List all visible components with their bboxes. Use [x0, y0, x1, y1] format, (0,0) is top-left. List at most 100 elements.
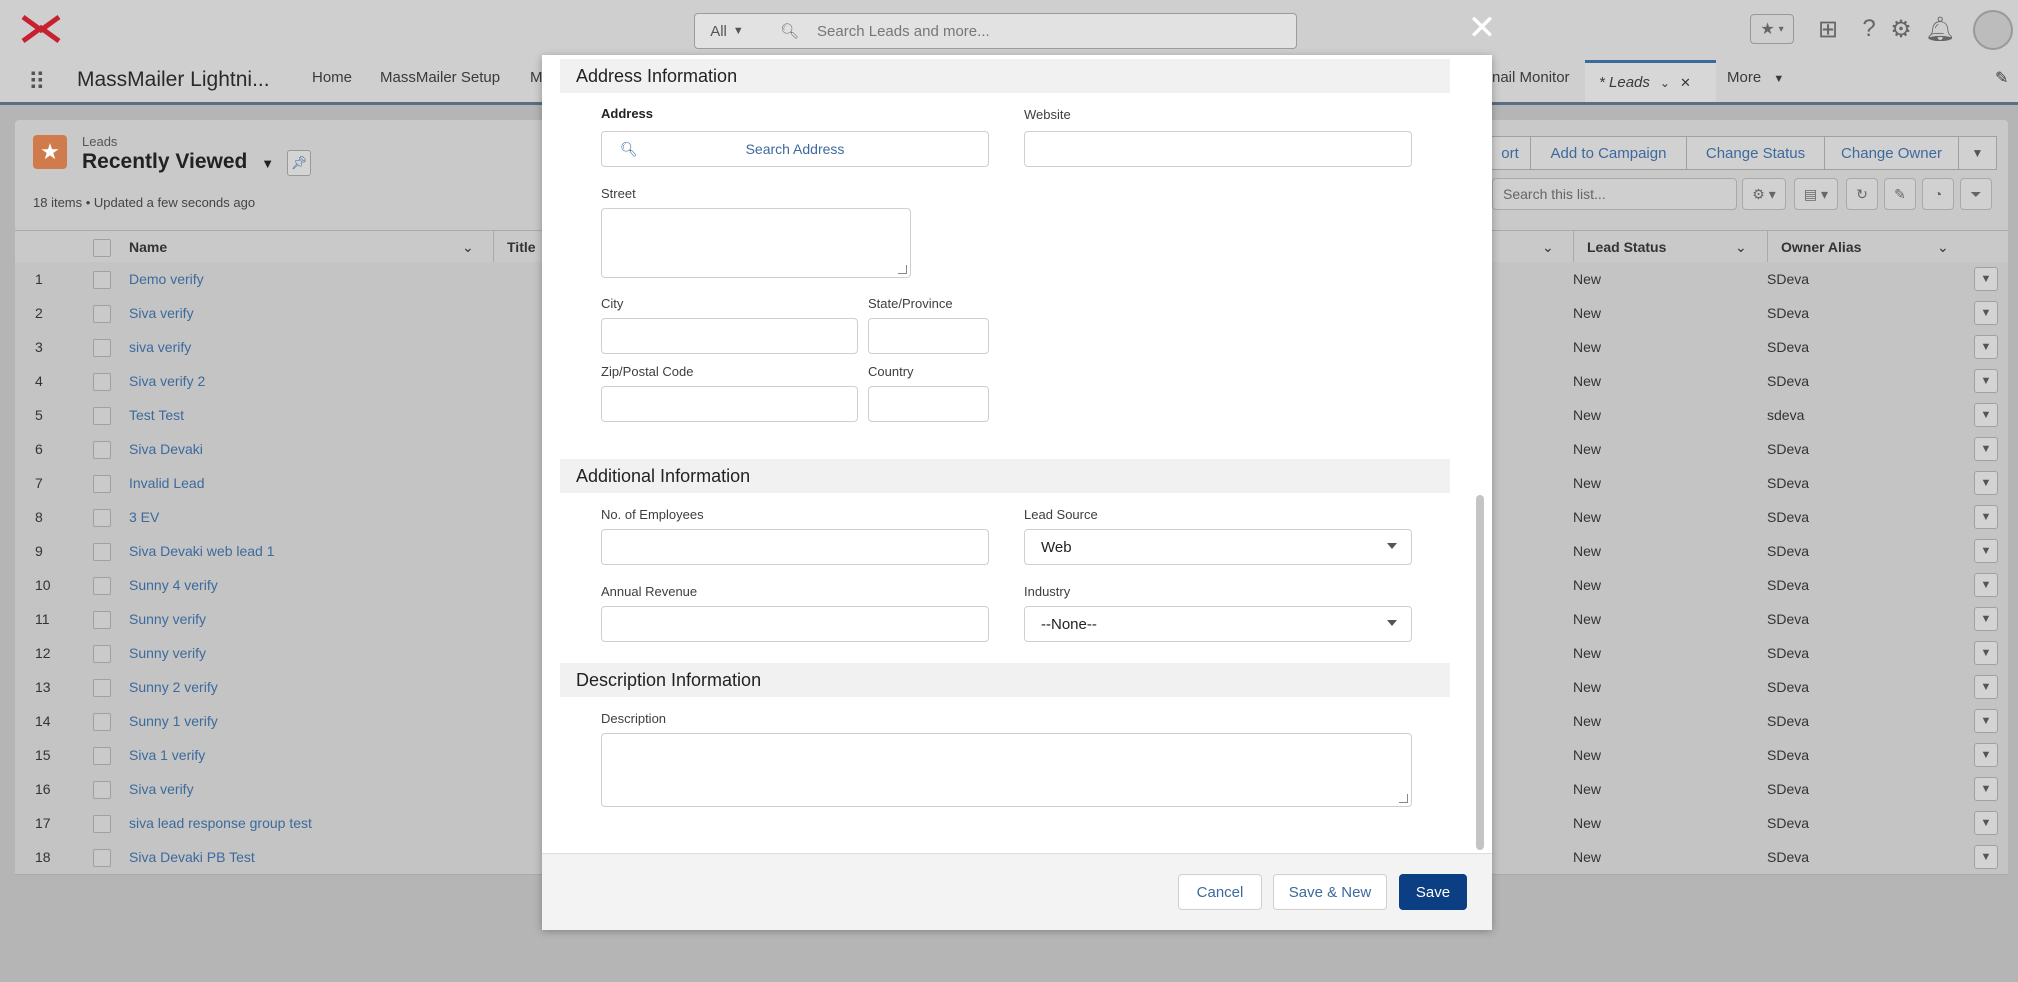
row-checkbox[interactable] [93, 441, 111, 459]
row-checkbox[interactable] [93, 543, 111, 561]
lead-name-link[interactable]: Invalid Lead [129, 475, 205, 491]
avatar[interactable] [1973, 10, 2013, 50]
change-status-button[interactable]: Change Status [1687, 136, 1825, 170]
row-actions-chevron-icon[interactable]: ▼ [1974, 811, 1998, 835]
row-actions-chevron-icon[interactable]: ▼ [1974, 301, 1998, 325]
list-search-input[interactable]: Search this list... [1492, 178, 1737, 210]
row-checkbox[interactable] [93, 475, 111, 493]
website-field[interactable] [1024, 131, 1412, 167]
row-actions-chevron-icon[interactable]: ▼ [1974, 335, 1998, 359]
nav-item-email-monitor[interactable]: nail Monitor [1492, 69, 1570, 86]
lead-name-link[interactable]: Siva verify [129, 781, 194, 797]
filter-icon[interactable]: ⏷ [1960, 178, 1992, 210]
row-checkbox[interactable] [93, 373, 111, 391]
row-checkbox[interactable] [93, 645, 111, 663]
more-actions-chevron-icon[interactable]: ▼ [1959, 136, 1997, 170]
row-actions-chevron-icon[interactable]: ▼ [1974, 743, 1998, 767]
close-icon[interactable]: ✕ [1680, 75, 1691, 91]
lead-name-link[interactable]: Sunny 1 verify [129, 713, 218, 729]
row-checkbox[interactable] [93, 713, 111, 731]
row-actions-chevron-icon[interactable]: ▼ [1974, 573, 1998, 597]
row-checkbox[interactable] [93, 339, 111, 357]
lead-name-link[interactable]: Sunny 2 verify [129, 679, 218, 695]
import-button[interactable]: ort [1490, 136, 1530, 170]
row-actions-chevron-icon[interactable]: ▼ [1974, 675, 1998, 699]
display-as-table-icon[interactable]: ▤ ▾ [1794, 178, 1838, 210]
lead-name-link[interactable]: Sunny verify [129, 611, 206, 627]
resize-handle[interactable] [1399, 794, 1408, 803]
state-field[interactable] [868, 318, 989, 354]
row-checkbox[interactable] [93, 577, 111, 595]
chevron-down-icon[interactable]: ⌄ [1735, 239, 1747, 256]
row-checkbox[interactable] [93, 611, 111, 629]
lead-name-link[interactable]: Siva Devaki [129, 441, 203, 457]
section-header-description[interactable]: Description Information [560, 663, 1450, 697]
bell-icon[interactable]: 🔔︎ [1925, 14, 1955, 44]
column-header-owner-alias[interactable]: Owner Alias [1767, 239, 1861, 255]
row-actions-chevron-icon[interactable]: ▼ [1974, 403, 1998, 427]
plus-icon[interactable]: ⊞ [1813, 14, 1843, 44]
add-to-campaign-button[interactable]: Add to Campaign [1530, 136, 1687, 170]
chevron-down-icon[interactable]: ⌄ [1542, 239, 1554, 256]
row-actions-chevron-icon[interactable]: ▼ [1974, 471, 1998, 495]
country-field[interactable] [868, 386, 989, 422]
row-actions-chevron-icon[interactable]: ▼ [1974, 437, 1998, 461]
x-logo-icon[interactable] [20, 14, 62, 44]
description-textarea[interactable] [601, 733, 1412, 807]
close-icon[interactable]: ✕ [1462, 8, 1502, 48]
chevron-down-icon[interactable]: ⌄ [462, 239, 474, 256]
nav-item-home[interactable]: Home [312, 69, 352, 86]
lead-name-link[interactable]: Test Test [129, 407, 184, 423]
select-all-checkbox[interactable] [93, 239, 111, 257]
row-actions-chevron-icon[interactable]: ▼ [1974, 539, 1998, 563]
row-checkbox[interactable] [93, 815, 111, 833]
nav-item-partial[interactable]: M [530, 69, 543, 86]
pin-icon[interactable]: 📌︎ [287, 150, 311, 176]
row-checkbox[interactable] [93, 509, 111, 527]
lead-name-link[interactable]: Sunny verify [129, 645, 206, 661]
row-checkbox[interactable] [93, 781, 111, 799]
search-address-input[interactable]: 🔍︎ Search Address [601, 131, 989, 167]
row-checkbox[interactable] [93, 747, 111, 765]
lead-name-link[interactable]: Siva Devaki web lead 1 [129, 543, 275, 559]
search-scope-select[interactable]: All ▼ [694, 13, 760, 49]
zip-field[interactable] [601, 386, 858, 422]
lead-name-link[interactable]: Demo verify [129, 271, 204, 287]
cancel-button[interactable]: Cancel [1178, 874, 1262, 910]
refresh-icon[interactable]: ↻ [1846, 178, 1878, 210]
row-checkbox[interactable] [93, 271, 111, 289]
lead-name-link[interactable]: Sunny 4 verify [129, 577, 218, 593]
help-icon[interactable]: ? [1854, 14, 1884, 44]
edit-icon[interactable]: ✎ [1884, 178, 1916, 210]
row-actions-chevron-icon[interactable]: ▼ [1974, 709, 1998, 733]
city-field[interactable] [601, 318, 858, 354]
column-header-lead-status[interactable]: Lead Status [1573, 239, 1666, 255]
favorites-button[interactable]: ★ ▾ [1750, 14, 1794, 44]
row-actions-chevron-icon[interactable]: ▼ [1974, 777, 1998, 801]
save-and-new-button[interactable]: Save & New [1273, 874, 1387, 910]
row-checkbox[interactable] [93, 407, 111, 425]
row-actions-chevron-icon[interactable]: ▼ [1974, 267, 1998, 291]
chevron-down-icon[interactable]: ⌄ [1660, 76, 1670, 90]
street-textarea[interactable] [601, 208, 911, 278]
app-launcher-icon[interactable]: ⠿ [28, 68, 46, 97]
nav-more[interactable]: More ▼ [1727, 69, 1784, 86]
lead-name-link[interactable]: Siva verify [129, 305, 194, 321]
row-actions-chevron-icon[interactable]: ▼ [1974, 845, 1998, 869]
lead-name-link[interactable]: Siva 1 verify [129, 747, 205, 763]
row-actions-chevron-icon[interactable]: ▼ [1974, 641, 1998, 665]
list-settings-gear-icon[interactable]: ⚙ ▾ [1742, 178, 1786, 210]
resize-handle[interactable] [898, 265, 907, 274]
row-checkbox[interactable] [93, 305, 111, 323]
save-button[interactable]: Save [1399, 874, 1467, 910]
change-owner-button[interactable]: Change Owner [1825, 136, 1959, 170]
nav-item-massmailer-setup[interactable]: MassMailer Setup [380, 69, 500, 86]
tab-leads[interactable]: * Leads ⌄ ✕ [1585, 60, 1716, 102]
edit-icon[interactable]: ✎ [1995, 68, 2008, 88]
lead-name-link[interactable]: Siva Devaki PB Test [129, 849, 255, 865]
row-actions-chevron-icon[interactable]: ▼ [1974, 505, 1998, 529]
row-actions-chevron-icon[interactable]: ▼ [1974, 607, 1998, 631]
employees-field[interactable] [601, 529, 989, 565]
row-actions-chevron-icon[interactable]: ▼ [1974, 369, 1998, 393]
modal-scrollbar[interactable] [1476, 495, 1484, 850]
